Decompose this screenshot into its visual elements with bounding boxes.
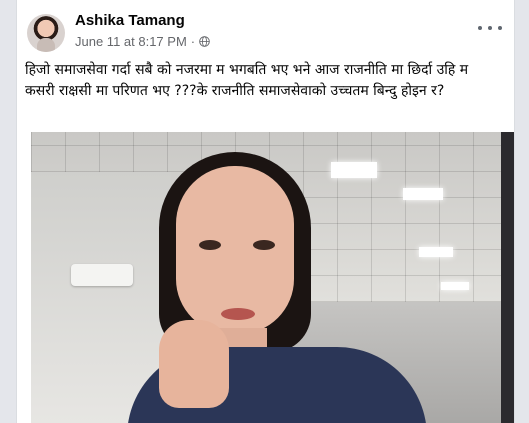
post-text: हिजो समाजसेवा गर्दा सबै को नजरमा म भगबति… [25, 62, 469, 99]
photo-subject-lips [221, 308, 255, 320]
author-name[interactable]: Ashika Tamang [75, 12, 185, 29]
photo-subject-hand [159, 320, 229, 408]
post-card: Ashika Tamang June 11 at 8:17 PM · हिजो … [16, 0, 515, 423]
photo-air-conditioner [71, 264, 133, 286]
meta-separator: · [190, 34, 196, 49]
more-options-icon[interactable] [478, 20, 502, 36]
author-avatar[interactable] [27, 14, 65, 52]
post-photo[interactable] [31, 132, 514, 423]
photo-edge [501, 132, 514, 423]
photo-subject-eye [199, 240, 221, 250]
post-date[interactable]: June 11 at 8:17 PM [75, 34, 187, 49]
photo-ceiling-light [441, 282, 469, 290]
photo-ceiling-light [419, 247, 453, 257]
post-meta: June 11 at 8:17 PM · [75, 34, 210, 49]
photo-ceiling-light [331, 162, 377, 178]
photo-ceiling-light [403, 188, 443, 200]
photo-subject-eye [253, 240, 275, 250]
globe-icon[interactable] [199, 36, 210, 47]
